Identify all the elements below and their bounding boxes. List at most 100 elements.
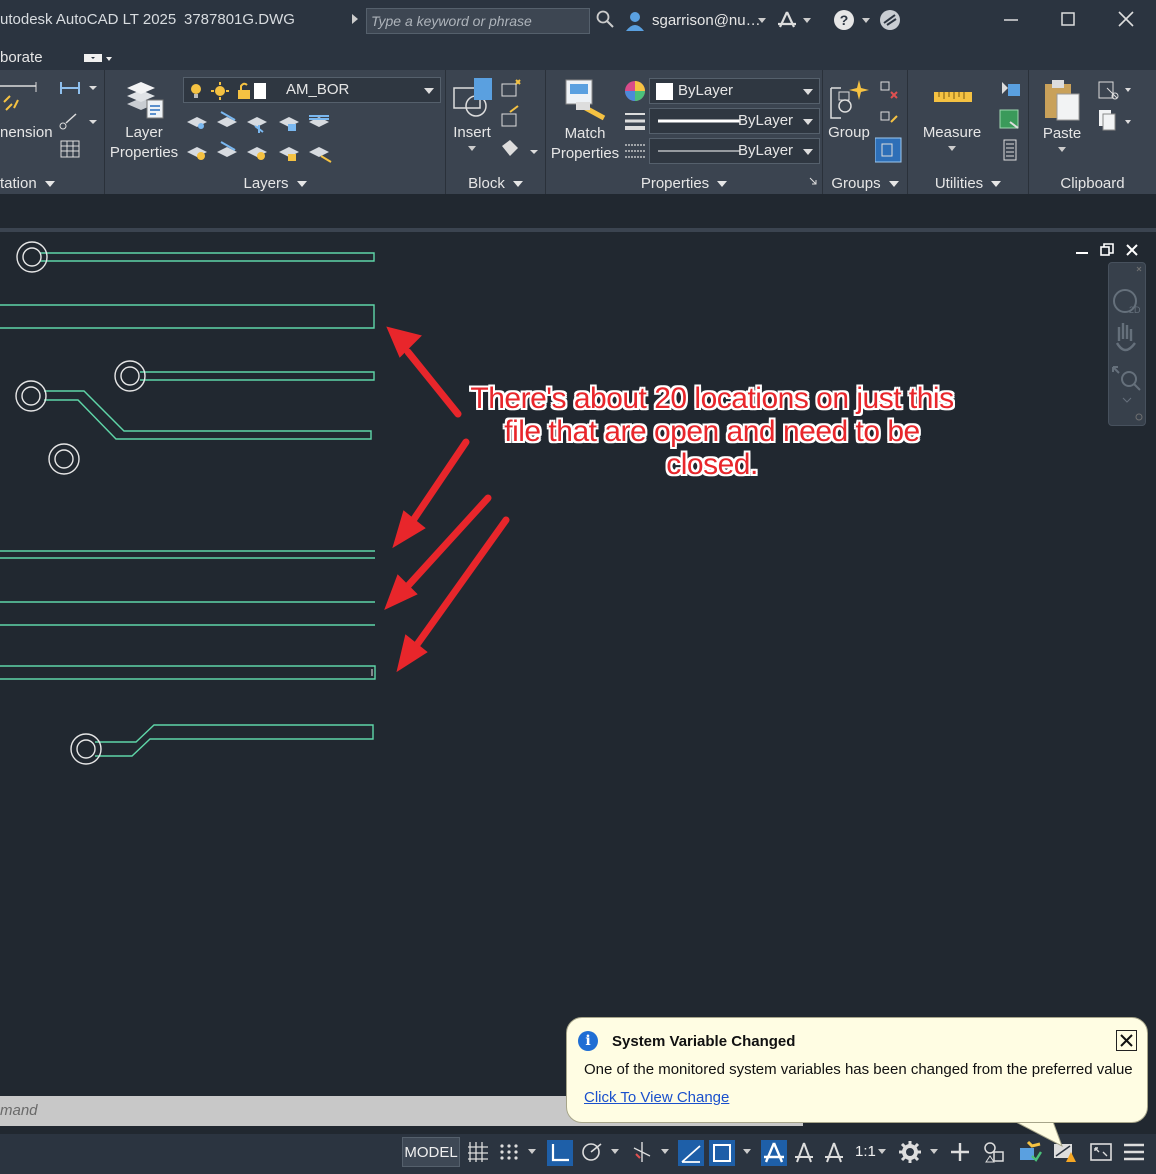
- layer-tools-row-2[interactable]: [185, 138, 335, 164]
- polar-tracking-icon[interactable]: [579, 1140, 603, 1164]
- snap-mode-icon[interactable]: [497, 1140, 521, 1164]
- ortho-mode-icon[interactable]: [547, 1140, 573, 1166]
- viewport-close-icon[interactable]: [1125, 243, 1139, 257]
- chevron-down-icon[interactable]: [717, 181, 728, 188]
- dimension-icon[interactable]: [0, 80, 40, 114]
- help-icon[interactable]: ?: [833, 9, 855, 31]
- workspace-gear-icon[interactable]: [898, 1140, 922, 1164]
- chevron-down-icon[interactable]: [1058, 147, 1066, 152]
- insert-block-icon[interactable]: [452, 76, 496, 120]
- expand-arrow-icon[interactable]: [352, 14, 358, 24]
- view-change-link[interactable]: Click To View Change: [584, 1089, 729, 1106]
- annotation-visibility-icon[interactable]: [761, 1140, 787, 1166]
- color-dropdown[interactable]: ByLayer: [649, 78, 820, 104]
- properties-panel-title[interactable]: Properties: [641, 175, 709, 192]
- object-snap-icon[interactable]: [709, 1140, 735, 1166]
- annotation-scale-icon[interactable]: [822, 1140, 846, 1164]
- utility-tools-icons[interactable]: [998, 78, 1024, 164]
- utilities-panel-title[interactable]: Utilities: [935, 175, 983, 192]
- linear-dimension-icon[interactable]: [58, 78, 98, 98]
- cut-copy-icons[interactable]: [1097, 78, 1133, 134]
- clipboard-panel-title[interactable]: Clipboard: [1029, 175, 1156, 192]
- chevron-down-icon[interactable]: [803, 18, 811, 23]
- leader-icon[interactable]: [58, 110, 98, 132]
- match-properties-label-2[interactable]: Properties: [546, 144, 624, 164]
- svg-text:?: ?: [840, 12, 849, 28]
- autodesk-share-icon[interactable]: [776, 9, 798, 31]
- close-window-button[interactable]: [1111, 6, 1141, 34]
- search-input[interactable]: Type a keyword or phrase: [366, 8, 590, 34]
- grid-icon[interactable]: [466, 1140, 490, 1164]
- maximize-button[interactable]: [1053, 6, 1083, 34]
- layer-properties-icon[interactable]: [123, 76, 167, 120]
- viewport-minimize-icon[interactable]: [1075, 243, 1089, 257]
- chevron-down-icon[interactable]: [862, 18, 870, 23]
- dimension-label[interactable]: nension: [0, 123, 53, 143]
- annotation-line-2: file that are open and need to be: [504, 415, 920, 448]
- match-properties-label-1[interactable]: Match: [546, 124, 624, 144]
- annotation-scale-value[interactable]: 1:1: [855, 1143, 876, 1160]
- cloud-sync-icon[interactable]: [879, 9, 901, 31]
- lineweight-dropdown[interactable]: ByLayer: [649, 108, 820, 134]
- isolate-objects-icon[interactable]: [982, 1140, 1006, 1164]
- insert-label[interactable]: Insert: [446, 123, 498, 143]
- search-icon[interactable]: [596, 10, 614, 28]
- customization-menu-icon[interactable]: [1122, 1140, 1146, 1164]
- group-label[interactable]: Group: [823, 123, 875, 143]
- chevron-down-icon[interactable]: [803, 149, 813, 155]
- tab-collaborate[interactable]: borate: [0, 49, 43, 66]
- layer-properties-label-2[interactable]: Properties: [105, 143, 183, 163]
- layer-tools-row-1[interactable]: [185, 108, 335, 134]
- chevron-down-icon[interactable]: [803, 89, 813, 95]
- paste-icon[interactable]: [1043, 78, 1083, 122]
- group-icon[interactable]: [827, 78, 871, 122]
- auto-scale-icon[interactable]: [792, 1140, 816, 1164]
- chevron-down-icon[interactable]: [296, 181, 307, 188]
- isometric-drafting-icon[interactable]: [630, 1140, 654, 1164]
- chevron-down-icon[interactable]: [930, 1149, 938, 1154]
- navigation-bar[interactable]: 2D: [1108, 262, 1146, 426]
- dialog-launcher-icon[interactable]: [808, 176, 818, 186]
- layer-properties-label-1[interactable]: Layer: [105, 123, 183, 143]
- block-panel-title[interactable]: Block: [468, 175, 505, 192]
- object-snap-tracking-icon[interactable]: [678, 1140, 704, 1166]
- paste-label[interactable]: Paste: [1029, 124, 1095, 144]
- user-icon[interactable]: [624, 10, 646, 32]
- chevron-down-icon[interactable]: [44, 181, 55, 188]
- annotation-monitor-plus-icon[interactable]: [948, 1140, 972, 1164]
- chevron-down-icon[interactable]: [991, 181, 1002, 188]
- chevron-down-icon[interactable]: [424, 88, 434, 94]
- drawing-canvas[interactable]: There's about 20 locations on just this …: [0, 232, 1156, 1096]
- annotation-panel-title[interactable]: tation: [0, 175, 37, 192]
- chevron-down-icon[interactable]: [803, 119, 813, 125]
- layer-dropdown[interactable]: AM_BOR: [183, 77, 441, 103]
- table-icon[interactable]: [60, 140, 80, 158]
- chevron-down-icon[interactable]: [758, 18, 766, 23]
- clean-screen-icon[interactable]: [1089, 1140, 1113, 1164]
- arrow-head: [386, 326, 422, 358]
- chevron-down-icon[interactable]: [743, 1149, 751, 1154]
- chevron-down-icon[interactable]: [512, 181, 523, 188]
- measure-label[interactable]: Measure: [908, 123, 996, 143]
- viewport-restore-icon[interactable]: [1100, 243, 1114, 257]
- chevron-down-icon[interactable]: [888, 181, 899, 188]
- chevron-down-icon[interactable]: [528, 1149, 536, 1154]
- chevron-down-icon[interactable]: [468, 146, 476, 151]
- groups-panel-title[interactable]: Groups: [831, 175, 880, 192]
- tab-options-icon[interactable]: [84, 52, 116, 64]
- chevron-down-icon[interactable]: [948, 146, 956, 151]
- model-space-button[interactable]: MODEL: [402, 1137, 460, 1167]
- block-tools-icons[interactable]: [500, 78, 540, 168]
- layers-panel-title[interactable]: Layers: [243, 175, 288, 192]
- system-variable-notification[interactable]: i System Variable Changed One of the mon…: [566, 1017, 1148, 1123]
- user-name[interactable]: sgarrison@nu…: [652, 12, 761, 29]
- chevron-down-icon[interactable]: [878, 1149, 886, 1154]
- linetype-dropdown[interactable]: ByLayer: [649, 138, 820, 164]
- close-notification-button[interactable]: [1116, 1030, 1137, 1051]
- match-properties-icon[interactable]: [564, 78, 608, 122]
- minimize-button[interactable]: [996, 6, 1026, 34]
- chevron-down-icon[interactable]: [661, 1149, 669, 1154]
- chevron-down-icon[interactable]: [611, 1149, 619, 1154]
- group-tools-icons[interactable]: [875, 78, 905, 164]
- measure-icon[interactable]: [934, 86, 972, 106]
